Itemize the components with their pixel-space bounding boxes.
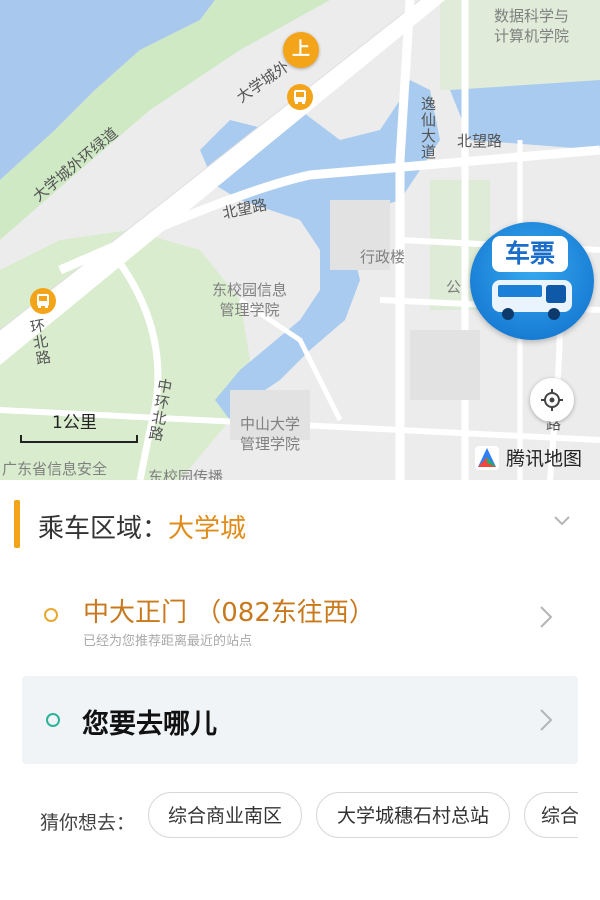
map-label-yixian-road: 逸仙大道 (419, 96, 437, 160)
area-value: 大学城 (168, 514, 247, 544)
chevron-down-icon[interactable] (552, 514, 572, 528)
suggestions-row: 猜你想去： 综合商业南区 大学城穗石村总站 综合 (0, 792, 600, 844)
chevron-right-icon (540, 709, 553, 731)
stop-dot-icon (44, 608, 58, 622)
bus-stop-icon[interactable] (287, 84, 313, 110)
map-label-guangdong-info-security: 广东省信息安全 (2, 460, 108, 478)
area-accent-bar (14, 500, 20, 548)
suggestion-chip[interactable]: 大学城穗石村总站 (316, 792, 510, 838)
ride-area-selector[interactable]: 乘车区域：大学城 (0, 500, 600, 548)
brand-label: 腾讯地图 (506, 448, 583, 470)
locate-button[interactable] (530, 378, 574, 422)
map-label-gong: 公 (446, 278, 462, 296)
map-scale: 1公里 (20, 408, 138, 443)
bus-stop-icon[interactable] (30, 288, 56, 314)
scale-bar (20, 435, 138, 443)
scale-label: 1公里 (52, 413, 97, 433)
map-view[interactable]: 数据科学与 计算机学院 逸仙大道 北望路 北望路 大学城外环绿道 大学城外 东校… (0, 0, 600, 480)
boarding-marker[interactable]: 上 (283, 32, 319, 68)
locate-icon (541, 389, 563, 411)
area-label: 乘车区域： (38, 514, 169, 544)
map-brand: 腾讯地图 (474, 444, 582, 471)
suggestion-chip[interactable]: 综合 (524, 792, 578, 838)
destination-placeholder: 您要去哪儿 (82, 709, 217, 740)
suggestion-chips[interactable]: 综合商业南区 大学城穗石村总站 综合 (148, 792, 578, 844)
bus-icon (492, 280, 572, 320)
area-title: 乘车区域：大学城 (38, 508, 246, 545)
booking-panel: 乘车区域：大学城 中大正门 （082东往西） 已经为您推荐距离最近的站点 您要去… (0, 480, 600, 900)
ticket-button[interactable]: 车票 (470, 222, 594, 340)
destination-input[interactable]: 您要去哪儿 (22, 676, 578, 764)
map-label-east-campus-media: 东校园传播 (148, 468, 224, 480)
map-label-beiwang-road-right: 北望路 (457, 132, 503, 150)
map-label-admin-building: 行政楼 (360, 248, 406, 266)
map-label-data-science-school: 数据科学与 计算机学院 (494, 7, 570, 45)
map-label-zhongshan-mgmt-school: 中山大学 管理学院 (240, 415, 301, 453)
destination-dot-icon (46, 713, 60, 727)
boarding-stop-row[interactable]: 中大正门 （082东往西） 已经为您推荐距离最近的站点 (0, 582, 600, 652)
stop-subtitle: 已经为您推荐距离最近的站点 (83, 634, 253, 649)
tencent-map-logo-icon (475, 445, 499, 470)
chevron-right-icon (540, 606, 553, 628)
suggestions-label: 猜你想去： (40, 812, 136, 834)
stop-name: 中大正门 （082东往西） (83, 598, 375, 628)
ticket-button-label: 车票 (492, 236, 568, 272)
suggestion-chip[interactable]: 综合商业南区 (148, 792, 302, 838)
map-label-east-campus-info-school: 东校园信息 管理学院 (212, 281, 288, 319)
